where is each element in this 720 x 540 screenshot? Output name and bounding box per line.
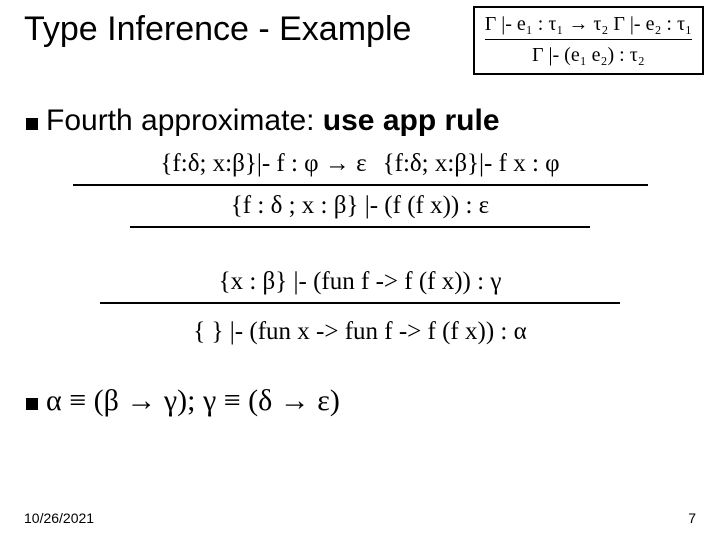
derivation-line-3 [100, 302, 620, 304]
conclusion-3: { } |- (fun x -> fun f -> f (f x)) : α [70, 318, 650, 346]
bullet-icon [26, 118, 38, 130]
conclusion-1: {f : δ ; x : β} |- (f (f x)) : ε [70, 192, 650, 220]
footer-date: 10/26/2021 [24, 510, 94, 526]
rule-premise: Γ |- e₁ : τ₁ → τ₂ Γ |- e₂ : τ₁ [485, 12, 692, 36]
premise-left: {f:δ; x:β}|- f : φ → ε [160, 150, 366, 178]
slide-title: Type Inference - Example [24, 10, 411, 49]
premise-right: {f:δ; x:β}|- f x : φ [383, 150, 560, 178]
rule-conclusion: Γ |- (e₁ e₂) : τ₂ [485, 43, 692, 67]
derivation-step-2: {x : β} |- (fun f -> f (f x)) : γ [70, 268, 650, 310]
derivation-line-2 [130, 226, 590, 228]
type-definitions: α ≡ (β → γ); γ ≡ (δ → ε) [46, 384, 340, 418]
rule-divider [485, 39, 692, 40]
derivation-step-1: {f:δ; x:β}|- f : φ → ε {f:δ; x:β}|- f x … [70, 150, 650, 234]
heading-line: Fourth approximate: use app rule [46, 104, 500, 138]
heading-bold: use app rule [323, 104, 500, 137]
bullet-icon [26, 398, 38, 410]
conclusion-2: {x : β} |- (fun f -> f (f x)) : γ [70, 268, 650, 296]
app-rule-box: Γ |- e₁ : τ₁ → τ₂ Γ |- e₂ : τ₁ Γ |- (e₁ … [473, 6, 704, 75]
derivation-step-3: { } |- (fun x -> fun f -> f (f x)) : α [70, 318, 650, 346]
derivation-line-1 [73, 184, 648, 186]
heading-text: Fourth approximate: [46, 104, 323, 137]
page-number: 7 [688, 510, 696, 526]
